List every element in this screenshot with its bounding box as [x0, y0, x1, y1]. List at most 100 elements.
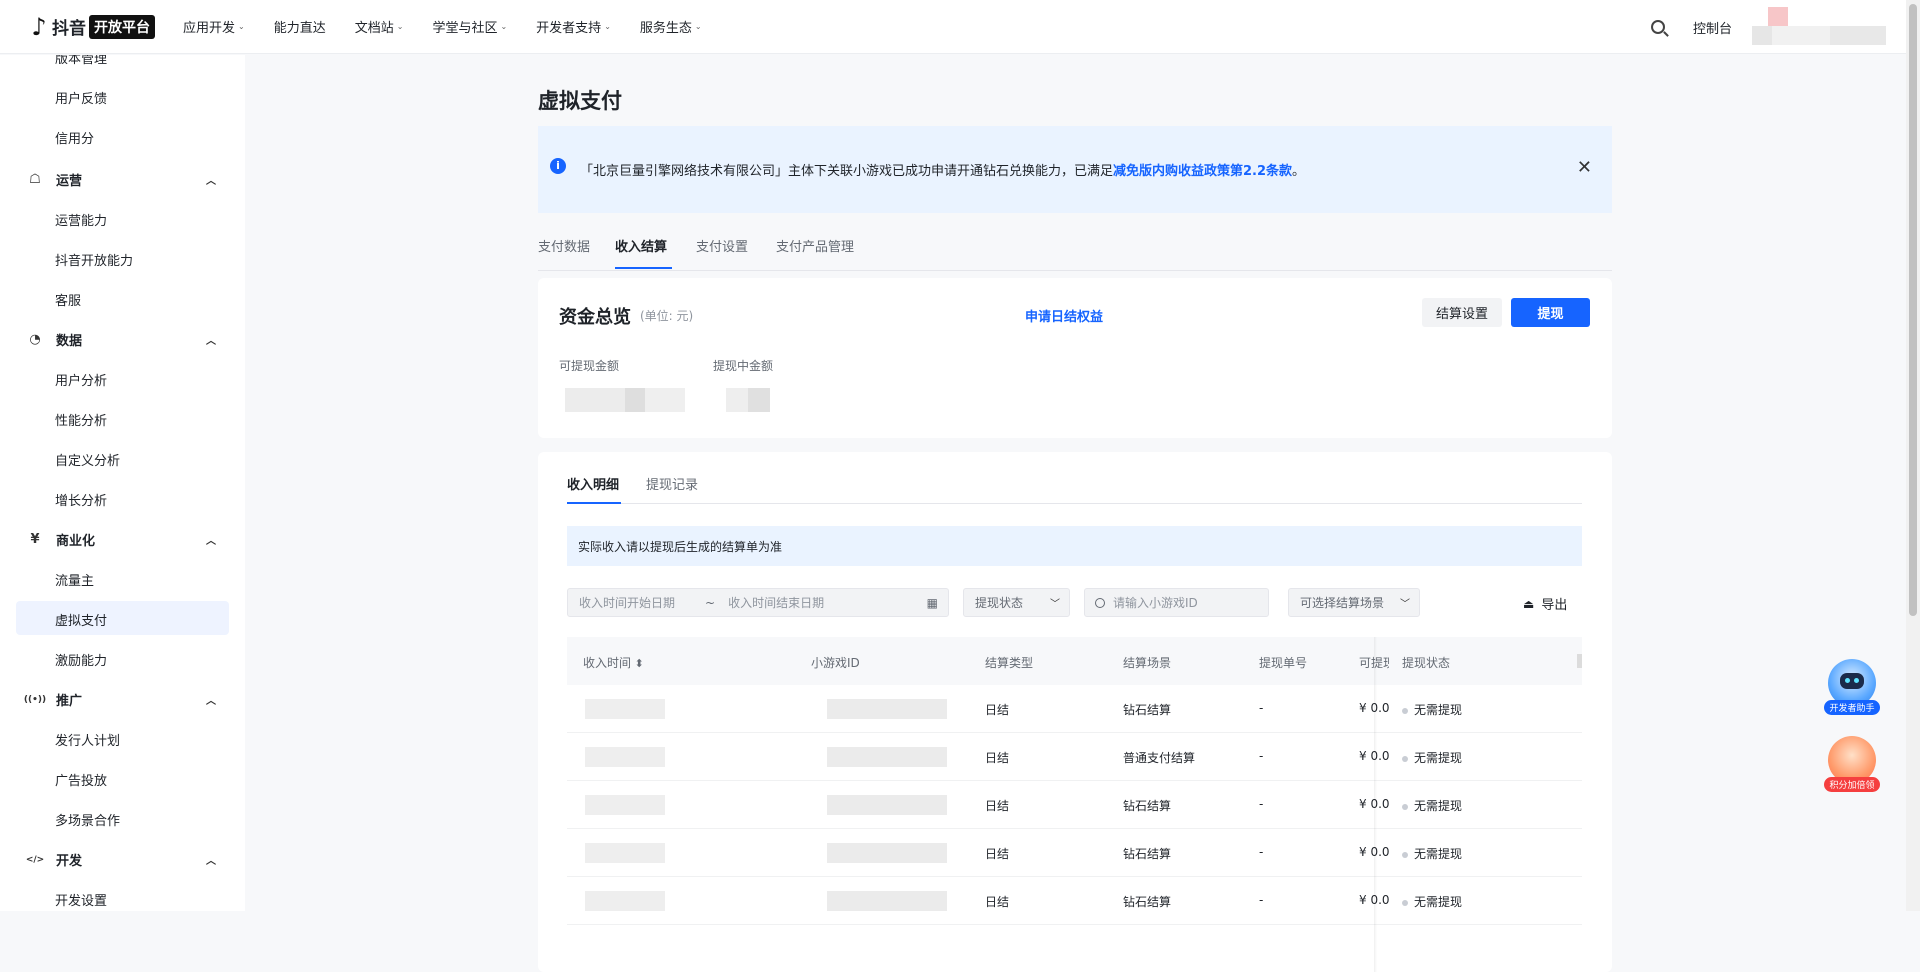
sidebar-item[interactable]: 开发设置 — [55, 890, 107, 909]
withdraw-button[interactable]: 提现 — [1511, 298, 1590, 327]
page-title: 虚拟支付 — [538, 89, 622, 113]
nav-item[interactable]: 应用开发 ⌄ — [183, 17, 245, 36]
douyin-logo-icon: ♪ — [31, 12, 47, 41]
cell-status: 无需提现 — [1402, 701, 1462, 718]
scene-select[interactable]: 可选择结算场景 ﹀ — [1288, 588, 1420, 617]
export-button[interactable]: ⏏ 导出 — [1523, 594, 1567, 614]
sidebar-item[interactable]: 抖音开放能力 — [55, 250, 133, 269]
sidebar-item[interactable]: 信用分 — [55, 128, 94, 147]
scrollbar-thumb[interactable] — [1909, 4, 1917, 616]
table-row[interactable]: 日结 普通支付结算 - ¥ 0.0 无需提现 — [567, 733, 1582, 781]
status-text: 无需提现 — [1414, 847, 1463, 861]
sidebar-item[interactable]: 用户反馈 — [55, 88, 107, 107]
available-amount-label: 可提现金额 — [559, 359, 620, 373]
sidebar-item[interactable]: 用户分析 — [55, 370, 107, 389]
start-date-input[interactable]: 收入时间开始日期 — [579, 594, 675, 611]
sidebar-group-label: 数据 — [56, 334, 83, 349]
nav-item[interactable]: 服务生态 ⌄ — [640, 17, 702, 36]
policy-link[interactable]: 减免版内购收益政策第2.2条款 — [1113, 164, 1292, 179]
sidebar-item[interactable]: 多场景合作 — [55, 810, 120, 829]
sidebar-group-label: 开发 — [56, 854, 83, 869]
game-id-placeholder: 请输入小游戏ID — [1113, 596, 1198, 610]
calendar-icon: ▦ — [926, 595, 938, 610]
game-id-search-input[interactable]: 请输入小游戏ID — [1084, 588, 1269, 617]
sidebar-group[interactable]: ◔ 数据 ︿ — [26, 330, 216, 349]
sidebar-group[interactable]: </> 开发 ︿ — [26, 850, 216, 869]
nav-item[interactable]: 学堂与社区 ⌄ — [432, 17, 507, 36]
sidebar-item[interactable]: 客服 — [55, 290, 81, 309]
blur-block — [748, 388, 770, 412]
cell-order: - — [1259, 893, 1264, 907]
cell-status: 无需提现 — [1402, 797, 1462, 814]
sidebar-item[interactable]: 自定义分析 — [55, 450, 120, 469]
end-date-input[interactable]: 收入时间结束日期 — [728, 594, 824, 611]
close-icon[interactable]: ✕ — [1577, 157, 1592, 178]
active-subtab-indicator — [567, 502, 621, 504]
sidebar-item[interactable]: 运营能力 — [55, 210, 107, 229]
sidebar-group[interactable]: ((•)) 推广 ︿ — [23, 690, 216, 709]
overview-unit: (单位: 元) — [640, 309, 694, 323]
sidebar-group[interactable]: ☖ 运营 ︿ — [26, 170, 216, 189]
sidebar-item[interactable]: 激励能力 — [55, 650, 107, 669]
table-row[interactable]: 日结 钻石结算 - ¥ 0.0 无需提现 — [567, 781, 1582, 829]
alert-text: 「北京巨量引擎网络技术有限公司」主体下关联小游戏已成功申请开通钻石兑换能力，已满… — [580, 164, 1306, 179]
sidebar-item[interactable]: 虚拟支付 — [55, 610, 107, 629]
income-time-blurred — [585, 891, 665, 911]
pending-amount-blurred — [726, 388, 748, 412]
group-icon: ((•)) — [23, 694, 47, 705]
income-time-blurred — [585, 699, 665, 719]
sidebar-item[interactable]: 版本管理 — [55, 55, 107, 67]
status-dot-icon — [1402, 899, 1408, 906]
sidebar-item[interactable]: 性能分析 — [55, 410, 107, 429]
cell-type: 日结 — [985, 799, 1010, 813]
sidebar-item[interactable]: 发行人计划 — [55, 730, 120, 749]
subtab-1[interactable]: 提现记录 — [646, 474, 698, 493]
tab-0[interactable]: 支付数据 — [538, 236, 590, 255]
fixed-column-shadow — [1374, 637, 1377, 972]
scene-select-label: 可选择结算场景 — [1300, 596, 1385, 610]
sort-icon[interactable]: ⬍ — [631, 657, 644, 670]
nav-item-label: 服务生态 — [639, 21, 692, 36]
column-header: 提现状态 — [1402, 654, 1450, 671]
sidebar-item[interactable]: 流量主 — [55, 570, 94, 589]
game-id-blurred — [827, 699, 947, 719]
search-icon[interactable] — [1650, 20, 1665, 34]
status-select[interactable]: 提现状态 ﹀ — [963, 588, 1070, 617]
detail-tabs: 收入明细 提现记录 — [567, 452, 1582, 504]
table-row[interactable]: 日结 钻石结算 - ¥ 0.0 无需提现 — [567, 829, 1582, 877]
pending-amount-label: 提现中金额 — [713, 359, 774, 373]
cell-type: 日结 — [985, 751, 1010, 765]
export-icon: ⏏ — [1523, 596, 1535, 611]
points-bonus-button[interactable]: 积分加倍领 — [1824, 736, 1880, 792]
status-text: 无需提现 — [1414, 799, 1463, 813]
apply-daily-settlement-link[interactable]: 申请日结权益 — [1025, 306, 1103, 325]
table-row[interactable]: 日结 钻石结算 - ¥ 0.0 无需提现 — [567, 685, 1582, 733]
group-icon: ◔ — [29, 332, 41, 347]
douyin-logo[interactable]: ♪ 抖音 开放平台 — [28, 0, 155, 54]
settlement-settings-button[interactable]: 结算设置 — [1422, 298, 1502, 327]
tab-1[interactable]: 收入结算 — [615, 236, 667, 255]
sidebar-item[interactable]: 增长分析 — [55, 490, 107, 509]
console-link[interactable]: 控制台 — [1693, 18, 1732, 37]
cell-order: - — [1259, 701, 1264, 715]
developer-assistant-button[interactable]: 开发者助手 — [1824, 659, 1880, 715]
fund-overview-card: 资金总览 (单位: 元) 申请日结权益 结算设置 提现 可提现金额 提现中金额 — [538, 278, 1612, 438]
sidebar-group[interactable]: ¥ 商业化 ︿ — [26, 530, 216, 549]
tab-3[interactable]: 支付产品管理 — [776, 236, 854, 255]
group-icon: ¥ — [30, 532, 40, 547]
subtab-0[interactable]: 收入明细 — [567, 474, 619, 493]
date-range-picker[interactable]: 收入时间开始日期 ~ 收入时间结束日期 ▦ — [567, 588, 949, 617]
page-scrollbar[interactable] — [1906, 0, 1920, 911]
nav-item[interactable]: 开发者支持 ⌄ — [536, 17, 611, 36]
sidebar-item[interactable]: 广告投放 — [55, 770, 107, 789]
nav-item[interactable]: 文档站 ⌄ — [355, 17, 404, 36]
nav-item[interactable]: 能力直达 — [274, 17, 326, 36]
table-row[interactable]: 日结 钻石结算 - ¥ 0.0 无需提现 — [567, 877, 1582, 925]
tab-2[interactable]: 支付设置 — [696, 236, 748, 255]
user-avatar-blurred[interactable] — [1752, 7, 1886, 47]
column-header-label: 结算类型 — [985, 656, 1034, 670]
game-id-blurred — [827, 747, 947, 767]
column-header[interactable]: 收入时间 ⬍ — [583, 654, 644, 671]
chevron-down-icon: ﹀ — [1400, 599, 1410, 610]
column-header-label: 收入时间 — [583, 656, 632, 670]
